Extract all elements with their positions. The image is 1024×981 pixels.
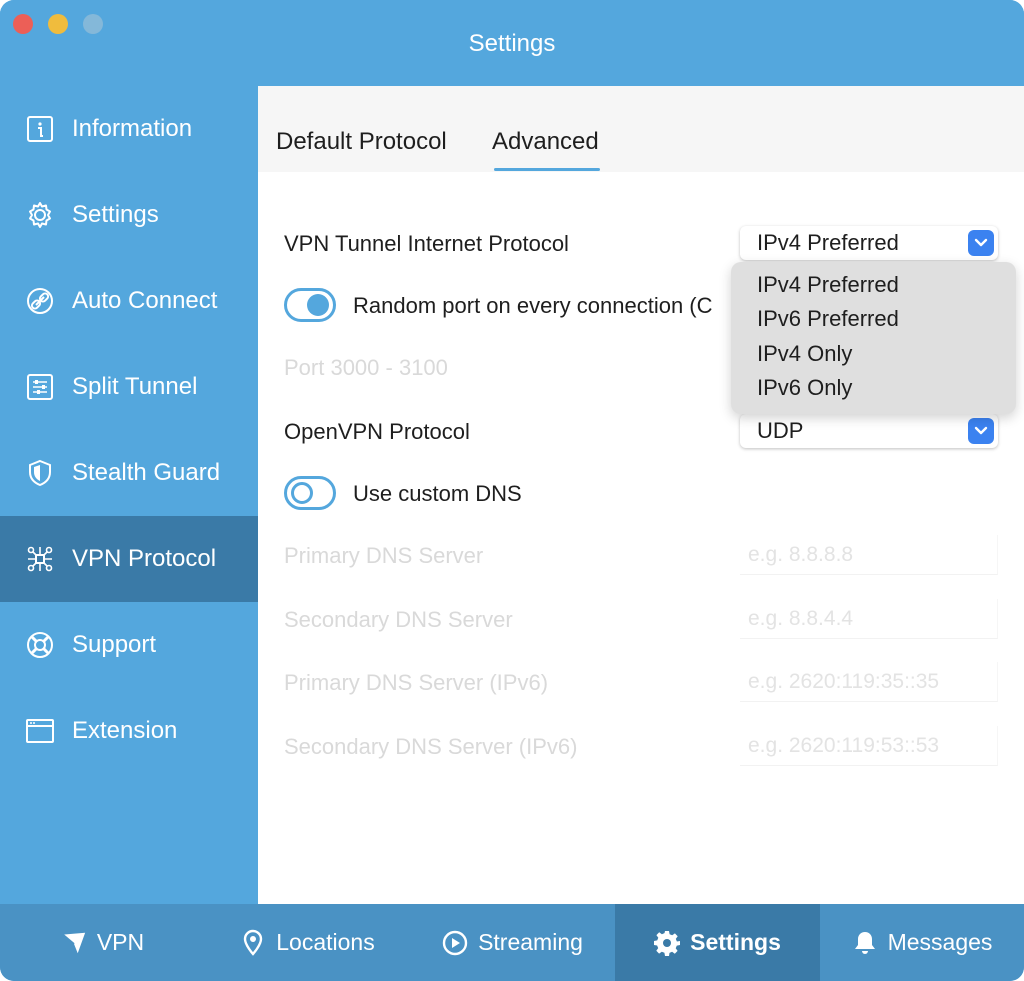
secondary-dns-label: Secondary DNS Server: [284, 607, 513, 632]
sidebar-item-settings[interactable]: Settings: [0, 172, 258, 258]
gear-icon: [24, 199, 56, 231]
nav-vpn[interactable]: VPN: [0, 904, 205, 981]
settings-window: Settings Information Settings Auto Conne…: [0, 0, 1024, 981]
custom-dns-toggle[interactable]: [284, 476, 336, 510]
sidebar-item-label: Split Tunnel: [72, 373, 198, 400]
openvpn-protocol-label: OpenVPN Protocol: [284, 419, 470, 444]
sidebar-item-split-tunnel[interactable]: Split Tunnel: [0, 344, 258, 430]
random-port-label: Random port on every connection (C: [353, 293, 713, 318]
primary-dns-ipv6-input[interactable]: e.g. 2620:119:35::35: [740, 662, 998, 702]
nav-settings[interactable]: Settings: [615, 904, 820, 981]
shield-icon: [24, 457, 56, 489]
tunnel-protocol-label: VPN Tunnel Internet Protocol: [284, 231, 569, 256]
dropdown-option-ipv6-preferred[interactable]: IPv6 Preferred: [757, 306, 899, 332]
lifebuoy-icon: [24, 629, 56, 661]
dropdown-option-ipv4-only[interactable]: IPv4 Only: [757, 341, 852, 367]
sidebar-item-extension[interactable]: Extension: [0, 688, 258, 774]
secondary-dns-input[interactable]: e.g. 8.8.4.4: [740, 599, 998, 639]
sidebar-item-label: Stealth Guard: [72, 459, 221, 486]
sidebar-item-label: Information: [72, 115, 193, 142]
secondary-dns-ipv6-input[interactable]: e.g. 2620:119:53::53: [740, 726, 998, 766]
window-title: Settings: [468, 30, 556, 57]
settings-content: Default Protocol Advanced VPN Tunnel Int…: [258, 86, 1024, 904]
title-bar: Settings: [0, 0, 1024, 86]
primary-dns-label: Primary DNS Server: [284, 543, 484, 568]
sidebar-item-label: Settings: [72, 201, 159, 228]
vpn-logo-icon: [61, 930, 87, 956]
port-range-label: Port 3000 - 3100: [284, 355, 448, 380]
toggle-knob: [291, 482, 313, 504]
chevron-down-icon: [968, 418, 994, 444]
location-pin-icon: [240, 929, 266, 956]
dropdown-option-ipv6-only[interactable]: IPv6 Only: [757, 375, 852, 401]
network-icon: [24, 543, 56, 575]
active-tab-indicator: [494, 168, 600, 171]
play-circle-icon: [442, 930, 468, 956]
nav-settings-label: Settings: [690, 929, 781, 955]
bell-icon: [852, 930, 878, 956]
sidebar-item-information[interactable]: Information: [0, 86, 258, 172]
openvpn-protocol-value: UDP: [757, 418, 804, 443]
nav-vpn-label: VPN: [96, 929, 145, 955]
secondary-dns-ipv6-label: Secondary DNS Server (IPv6): [284, 734, 578, 759]
tunnel-protocol-dropdown: IPv4 Preferred IPv6 Preferred IPv4 Only …: [731, 262, 1016, 414]
openvpn-protocol-select[interactable]: UDP: [740, 414, 998, 448]
sidebar-item-label: Extension: [72, 717, 178, 744]
tab-default-protocol[interactable]: Default Protocol: [276, 128, 447, 156]
dropdown-option-ipv4-preferred[interactable]: IPv4 Preferred: [757, 272, 899, 298]
sliders-icon: [24, 371, 56, 403]
nav-streaming-label: Streaming: [478, 929, 583, 955]
primary-dns-ipv6-label: Primary DNS Server (IPv6): [284, 670, 549, 695]
sidebar: Information Settings Auto Connect Split …: [0, 86, 258, 904]
info-icon: [24, 113, 56, 145]
sidebar-item-label: VPN Protocol: [72, 545, 217, 572]
tunnel-protocol-value: IPv4 Preferred: [757, 230, 899, 255]
sidebar-item-label: Support: [72, 631, 157, 658]
sidebar-item-vpn-protocol[interactable]: VPN Protocol: [0, 516, 258, 602]
nav-locations-label: Locations: [276, 929, 375, 955]
nav-messages[interactable]: Messages: [820, 904, 1024, 981]
gear-icon: [654, 930, 681, 956]
tunnel-protocol-select[interactable]: IPv4 Preferred: [740, 226, 998, 260]
primary-dns-placeholder: e.g. 8.8.8.8: [748, 543, 854, 566]
browser-window-icon: [24, 715, 56, 747]
tab-bar: Default Protocol Advanced: [258, 86, 1024, 172]
custom-dns-label: Use custom DNS: [353, 481, 522, 506]
sidebar-item-support[interactable]: Support: [0, 602, 258, 688]
chevron-down-icon: [968, 230, 994, 256]
toggle-knob: [307, 294, 329, 316]
nav-streaming[interactable]: Streaming: [410, 904, 615, 981]
primary-dns-ipv6-placeholder: e.g. 2620:119:35::35: [748, 670, 940, 693]
nav-locations[interactable]: Locations: [205, 904, 410, 981]
secondary-dns-ipv6-placeholder: e.g. 2620:119:53::53: [748, 734, 940, 757]
bottom-nav: VPN Locations Streaming Settings Message…: [0, 904, 1024, 981]
random-port-toggle[interactable]: [284, 288, 336, 322]
tab-advanced[interactable]: Advanced: [492, 128, 599, 156]
sidebar-item-auto-connect[interactable]: Auto Connect: [0, 258, 258, 344]
link-icon: [24, 285, 56, 317]
primary-dns-input[interactable]: e.g. 8.8.8.8: [740, 535, 998, 575]
sidebar-item-label: Auto Connect: [72, 287, 218, 314]
nav-messages-label: Messages: [887, 929, 993, 955]
sidebar-item-stealth-guard[interactable]: Stealth Guard: [0, 430, 258, 516]
secondary-dns-placeholder: e.g. 8.8.4.4: [748, 607, 854, 630]
